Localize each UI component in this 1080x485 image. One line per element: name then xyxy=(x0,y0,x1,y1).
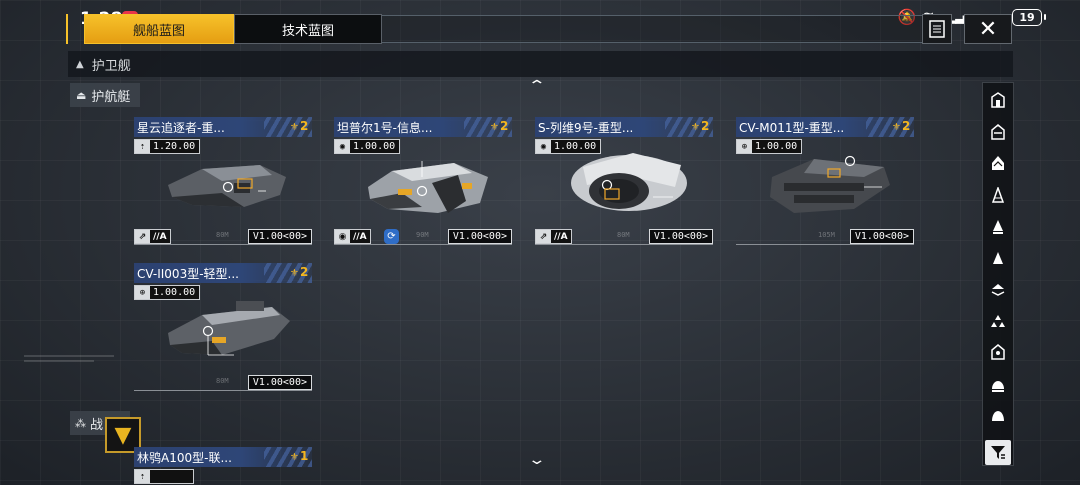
flame-icon: ⇗ xyxy=(135,230,150,243)
rank-icon: ⚜ xyxy=(290,122,299,133)
model-version: V1.00<00> xyxy=(849,229,914,244)
signal-icon: ◉ xyxy=(335,230,350,243)
tab-ship-blueprint[interactable]: 舰船蓝图 xyxy=(84,14,234,44)
ship-card[interactable]: S-列维9号-重型... ⚜2 ◉ 1.00.00 ⇗//A 80M V1.00<… xyxy=(535,117,713,251)
scale-mark: 80M xyxy=(216,377,229,385)
next-section-label: 战 xyxy=(90,417,104,433)
ship-image xyxy=(571,153,687,211)
top-bar xyxy=(382,15,922,43)
ship-card[interactable]: 坦普尔1号-信息... ⚜2 ◉ 1.00.00 ◉//A ⟳ 90M V1.00… xyxy=(334,117,512,251)
ship-image xyxy=(770,155,890,213)
card-footer: ⇗//A 80M V1.00<00> xyxy=(134,229,312,245)
close-icon: ✕ xyxy=(978,16,998,42)
scale-mark: 105M xyxy=(818,231,835,239)
ship-image xyxy=(168,165,286,207)
dome-icon[interactable] xyxy=(987,374,1009,395)
ship-name-bar: 坦普尔1号-信息... xyxy=(334,117,512,137)
hangar-icon[interactable] xyxy=(987,90,1009,111)
fighter-icon[interactable] xyxy=(987,311,1009,332)
card-footer: 80M V1.00<00> xyxy=(134,375,312,391)
cruiser-icon[interactable] xyxy=(987,153,1009,174)
corvette-icon[interactable] xyxy=(987,248,1009,269)
rank-icon: ⚜ xyxy=(892,122,901,133)
ship-name-bar: 星云追逐者-重... xyxy=(134,117,312,137)
fighter-icon: ⁂ xyxy=(75,416,86,430)
ship-name-bar: S-列维9号-重型... xyxy=(535,117,713,137)
rank-badge: ⚜2 xyxy=(892,119,911,133)
card-footer: ⇗//A 80M V1.00<00> xyxy=(535,229,713,245)
ship-card[interactable]: CV-M011型-重型... ⚜2 ⊕ 1.00.00 105M V1.00<00… xyxy=(736,117,914,251)
ship-card[interactable]: 星云追逐者-重... ⚜2 ⇡ 1.20.00 ⇗//A 80M V1.00<00… xyxy=(134,117,312,251)
ship-name: 星云追逐者-重... xyxy=(137,120,225,135)
ship-class-filter-bar xyxy=(982,82,1014,466)
battery-icon: 19 xyxy=(1012,8,1042,26)
ship-image xyxy=(168,301,290,356)
scale-mark: 80M xyxy=(617,231,630,239)
rank-badge: ⚜2 xyxy=(290,265,309,279)
version-label: ⇡ xyxy=(134,469,195,484)
destroyer-icon[interactable] xyxy=(987,185,1009,206)
rank-badge: ⚜2 xyxy=(290,119,309,133)
ship-name-bar: CV-II003型-轻型... xyxy=(134,263,312,283)
filter-icon[interactable] xyxy=(985,439,1011,466)
bell-icon[interactable] xyxy=(987,405,1009,426)
ship-name: 林鸮A100型-联... xyxy=(137,450,232,465)
scroll-down-chevron-icon[interactable]: ⌄ xyxy=(527,452,546,468)
station-icon[interactable] xyxy=(987,342,1009,363)
collapse-triangle-icon: ▲ xyxy=(76,58,84,70)
model-version: V1.00<00> xyxy=(247,375,312,390)
section-label: 护卫舰 xyxy=(91,58,131,74)
ship-name-bar: CV-M011型-重型... xyxy=(736,117,914,137)
rank-badge: ⚜2 xyxy=(490,119,509,133)
escort-icon[interactable] xyxy=(987,279,1009,300)
class-tag: ⇗//A xyxy=(134,229,171,244)
model-version: V1.00<00> xyxy=(247,229,312,244)
scroll-up-chevron-icon[interactable]: ⌃ xyxy=(527,78,546,94)
frigate-icon[interactable] xyxy=(987,216,1009,237)
rank-icon: ⚜ xyxy=(290,452,299,463)
escort-icon: ⏏ xyxy=(76,88,87,102)
class-tag: ⇗//A xyxy=(535,229,572,244)
battery-nub xyxy=(1044,14,1046,20)
subsection-header[interactable]: ⏏ 护航艇 xyxy=(70,83,141,107)
class-tag: ◉//A xyxy=(334,229,371,244)
flame-icon: ⇡ xyxy=(135,140,150,153)
flame-icon: ⇡ xyxy=(135,470,150,483)
card-footer: ◉//A ⟳ 90M V1.00<00> xyxy=(334,229,512,245)
ship-card-partial[interactable]: 林鸮A100型-联... ⚜1 ⇡ xyxy=(134,447,312,485)
globe-icon: ⊕ xyxy=(737,140,752,153)
ship-image xyxy=(368,161,488,213)
globe-icon: ⊕ xyxy=(135,286,150,299)
subsection-label: 护航艇 xyxy=(91,89,131,105)
rank-badge: ⚜1 xyxy=(290,449,309,463)
model-version: V1.00<00> xyxy=(648,229,713,244)
carrier-icon[interactable] xyxy=(987,122,1009,143)
signal-icon: ◉ xyxy=(536,140,551,153)
blueprint-tabs: 舰船蓝图 技术蓝图 xyxy=(68,14,382,44)
ship-card[interactable]: CV-II003型-轻型... ⚜2 ⊕ 1.00.00 80M V1.00<00… xyxy=(134,263,312,397)
rank-icon: ⚜ xyxy=(691,122,700,133)
ship-name-bar: 林鸮A100型-联... xyxy=(134,447,312,467)
ship-name: 坦普尔1号-信息... xyxy=(337,120,433,135)
background-decoration xyxy=(24,355,144,362)
close-button[interactable]: ✕ xyxy=(964,14,1012,44)
rank-icon: ⚜ xyxy=(490,122,499,133)
card-footer: 105M V1.00<00> xyxy=(736,229,914,245)
ship-name: S-列维9号-重型... xyxy=(538,120,634,135)
flame-icon: ⇗ xyxy=(536,230,551,243)
document-icon[interactable] xyxy=(922,14,952,44)
scale-mark: 80M xyxy=(216,231,229,239)
signal-icon: ◉ xyxy=(335,140,350,153)
section-header[interactable]: ▲ 护卫舰 xyxy=(68,51,1013,77)
ship-name: CV-M011型-重型... xyxy=(739,120,845,135)
rank-badge: ⚜2 xyxy=(691,119,710,133)
special-ability-icon: ⟳ xyxy=(384,229,399,244)
model-version: V1.00<00> xyxy=(447,229,512,244)
ship-name: CV-II003型-轻型... xyxy=(137,266,239,281)
tab-tech-blueprint[interactable]: 技术蓝图 xyxy=(234,14,382,44)
rank-icon: ⚜ xyxy=(290,268,299,279)
scale-mark: 90M xyxy=(416,231,429,239)
